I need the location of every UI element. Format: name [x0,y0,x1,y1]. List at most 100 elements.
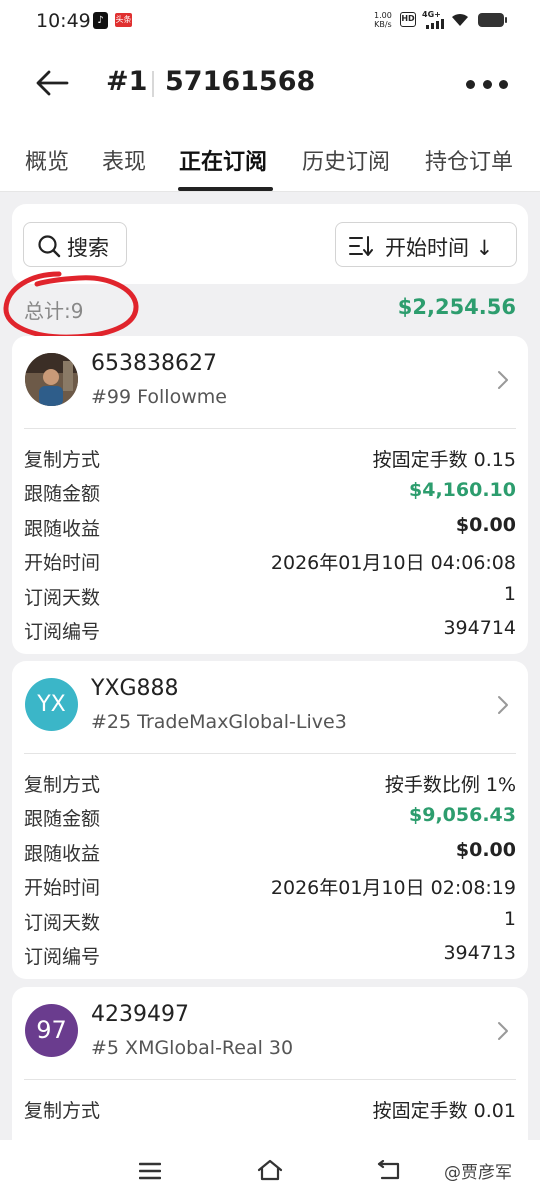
search-button[interactable]: 搜索 [23,222,127,267]
tab-performance[interactable]: 表现 [102,144,146,176]
subscription-number-value: 394714 [443,617,516,639]
tiktok-icon: ♪ [93,12,108,29]
app-header: #1 57161568 [0,42,540,126]
trader-id: 653838627 [91,351,217,376]
detail-label: 复制方式 [24,1100,101,1122]
chevron-right-icon[interactable] [496,1020,510,1042]
sort-label: 开始时间 ↓ [385,236,494,260]
detail-label: 开始时间 [24,877,101,899]
card-divider [24,1079,516,1080]
network-speed-unit: KB/s [374,20,392,29]
start-time-value: 2026年01月10日 04:06:08 [270,552,516,574]
detail-label: 订阅编号 [24,946,101,968]
detail-row-copy-mode: 复制方式 按手数比例 1% [24,767,516,797]
trader-header[interactable]: YX YXG888 #25 TradeMaxGlobal-Live3 [12,661,528,751]
follow-profit-value: $0.00 [455,839,516,861]
battery-icon [478,13,507,27]
card-divider [24,753,516,754]
filter-bar: 搜索 开始时间 ↓ [12,204,528,284]
trader-id: 4239497 [91,1002,189,1027]
tab-open-positions[interactable]: 持仓订单 [425,144,513,176]
total-amount: $2,254.56 [397,295,516,319]
subscription-card[interactable]: YX YXG888 #25 TradeMaxGlobal-Live3 复制方式 … [12,661,528,979]
detail-label: 跟随金额 [24,483,101,505]
copy-mode-value: 按固定手数 0.15 [372,449,516,471]
detail-label: 订阅编号 [24,621,101,643]
recent-apps-icon[interactable] [139,1162,161,1180]
detail-row-start-time: 开始时间 2026年01月10日 04:06:08 [24,545,516,575]
network-speed-value: 1.00 [374,11,392,20]
detail-row-follow-amount: 跟随金额 $4,160.10 [24,476,516,506]
status-bar: 10:49 ♪ 头条 1.00 KB/s HD 4G+ [0,0,540,42]
detail-row-days: 订阅天数 1 [24,905,516,935]
account-id: 57161568 [165,66,316,97]
detail-row-follow-amount: 跟随金额 $9,056.43 [24,801,516,831]
follow-profit-value: $0.00 [455,514,516,536]
detail-label: 复制方式 [24,774,101,796]
detail-label: 复制方式 [24,449,101,471]
nav-back-icon[interactable] [376,1160,402,1182]
copy-mode-value: 按固定手数 0.01 [372,1100,516,1122]
back-arrow-icon[interactable] [34,67,70,99]
detail-label: 开始时间 [24,552,101,574]
tab-bar: 概览 表现 正在订阅 历史订阅 持仓订单 [0,126,540,192]
trader-avatar: YX [25,678,78,731]
wifi-icon [452,13,468,26]
trader-server: #99 Followme [91,386,227,408]
follow-amount-value: $9,056.43 [409,804,516,826]
status-time: 10:49 [36,10,91,32]
trader-header[interactable]: 653838627 #99 Followme [12,336,528,426]
subscription-card[interactable]: 653838627 #99 Followme 复制方式 按固定手数 0.15 跟… [12,336,528,654]
trader-avatar: 97 [25,1004,78,1057]
trader-avatar [25,353,78,406]
account-number: #1 [106,66,148,97]
active-tab-indicator [178,187,273,191]
detail-row-start-time: 开始时间 2026年01月10日 02:08:19 [24,870,516,900]
search-label: 搜索 [67,236,109,260]
home-icon[interactable] [256,1158,284,1182]
detail-label: 订阅天数 [24,587,101,609]
tab-active-subscriptions[interactable]: 正在订阅 [179,144,267,176]
detail-row-copy-mode: 复制方式 按固定手数 0.01 [24,1093,516,1123]
chevron-right-icon[interactable] [496,694,510,716]
signal-icon: 4G+ [422,10,446,30]
hd-icon: HD [400,12,416,27]
detail-row-follow-profit: 跟随收益 $0.00 [24,511,516,541]
days-value: 1 [503,583,516,605]
watermark-text: @贾彦军 [444,1163,512,1183]
detail-row-sub-no: 订阅编号 394714 [24,614,516,644]
days-value: 1 [503,908,516,930]
system-navigation-bar: @贾彦军 [0,1140,540,1204]
total-count: 总计:9 [24,299,84,323]
card-divider [24,428,516,429]
copy-mode-value: 按手数比例 1% [384,774,516,796]
detail-row-days: 订阅天数 1 [24,580,516,610]
avatar-photo [25,353,78,406]
tab-subscription-history[interactable]: 历史订阅 [302,144,390,176]
detail-label: 跟随金额 [24,808,101,830]
trader-server: #5 XMGlobal-Real 30 [91,1037,294,1059]
sort-field: 开始时间 [385,236,469,260]
more-options-icon[interactable] [466,80,508,90]
detail-row-copy-mode: 复制方式 按固定手数 0.15 [24,442,516,472]
chevron-right-icon[interactable] [496,369,510,391]
sort-icon [349,236,373,256]
detail-row-sub-no: 订阅编号 394713 [24,939,516,969]
detail-label: 跟随收益 [24,518,101,540]
toutiao-icon: 头条 [115,13,132,27]
trader-server: #25 TradeMaxGlobal-Live3 [91,711,347,733]
search-icon [38,235,61,258]
sort-button[interactable]: 开始时间 ↓ [335,222,517,267]
tab-overview[interactable]: 概览 [25,144,69,176]
network-type: 4G+ [422,10,441,19]
detail-label: 跟随收益 [24,843,101,865]
title-divider [152,71,154,97]
trader-id: YXG888 [91,676,179,701]
start-time-value: 2026年01月10日 02:08:19 [270,877,516,899]
summary-row: 总计:9 $2,254.56 [0,286,540,330]
follow-amount-value: $4,160.10 [409,479,516,501]
detail-row-follow-profit: 跟随收益 $0.00 [24,836,516,866]
detail-label: 订阅天数 [24,912,101,934]
trader-header[interactable]: 97 4239497 #5 XMGlobal-Real 30 [12,987,528,1077]
subscription-number-value: 394713 [443,942,516,964]
